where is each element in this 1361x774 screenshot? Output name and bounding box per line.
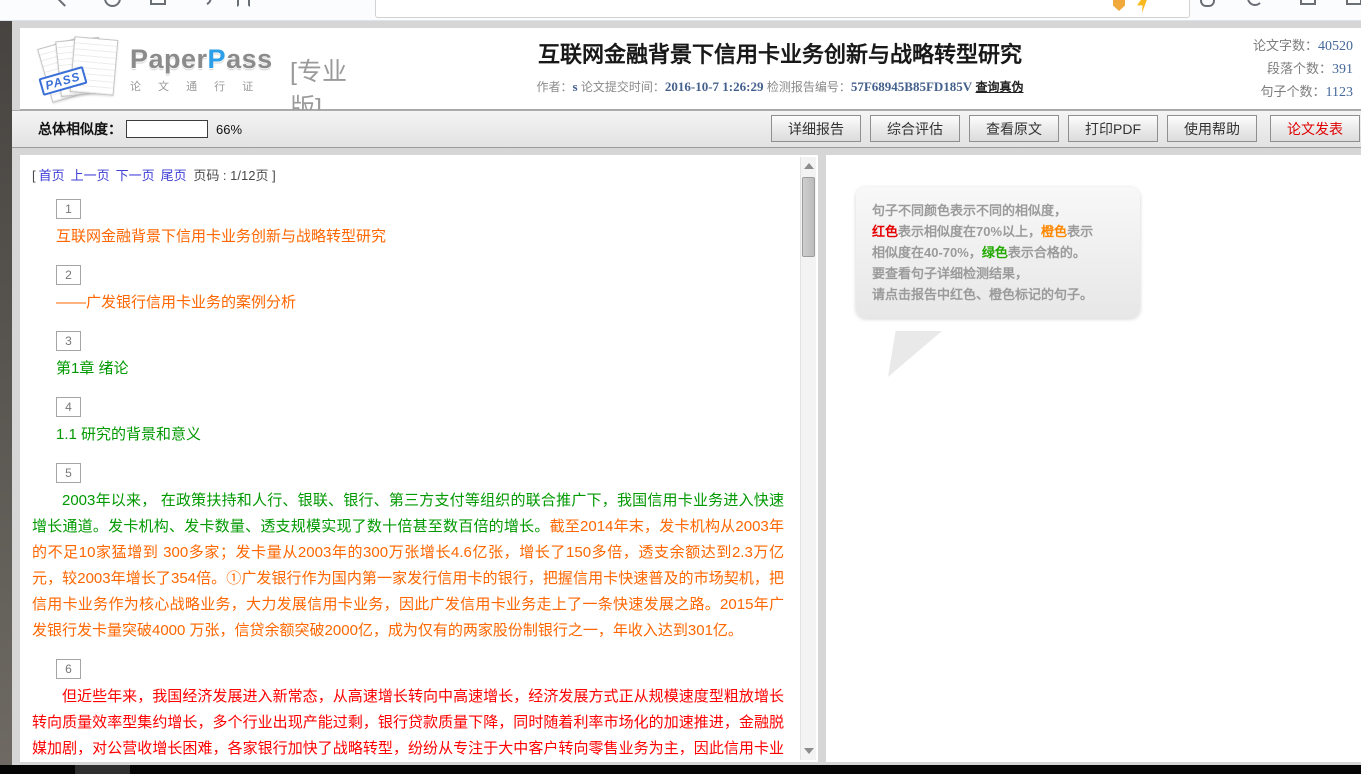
sentence-block-2: 2 ——广发银行信用卡业务的案例分析 xyxy=(32,265,784,316)
sentence-number-badge: 4 xyxy=(56,397,81,417)
window-icon[interactable] xyxy=(1346,0,1361,5)
sentence-count-value: 1123 xyxy=(1326,85,1353,100)
report-number-value: 57F68945B85FD185V xyxy=(851,79,972,94)
sentence-number-badge: 6 xyxy=(56,659,81,679)
refresh-icon[interactable] xyxy=(104,0,121,7)
sentence-text: 但近些年来，我国经济发展进入新常态，从高速增长转向中高速增长，经济发展方式正从规… xyxy=(32,684,784,762)
bookmark-icon[interactable] xyxy=(237,0,250,7)
page-link-1[interactable]: 上一页 xyxy=(71,168,110,183)
sentence-text: ——广发银行信用卡业务的案例分析 xyxy=(56,290,784,316)
report-content-panel: [首页上一页下一页尾页 页码 : 1/12页 ] 1 互联网金融背景下信用卡业务创… xyxy=(20,155,818,762)
brand-name: PaperPass xyxy=(130,44,273,75)
sentence-text: 第1章 绪论 xyxy=(56,356,784,382)
overall-evaluation-button[interactable]: 综合评估 xyxy=(870,115,960,142)
legend-run-red: 红色 xyxy=(872,224,898,239)
legend-run-gray: 请点击报告中红色、橙色标记的句子。 xyxy=(872,287,1093,302)
word-count-value: 40520 xyxy=(1318,39,1353,54)
detailed-report-button[interactable]: 详细报告 xyxy=(771,115,861,142)
document-title: 互联网金融背景下信用卡业务创新与战略转型研究 xyxy=(430,37,1130,69)
brand-tagline: 论 文 通 行 证 xyxy=(130,78,273,94)
verify-authenticity-link[interactable]: 查询真伪 xyxy=(976,80,1024,94)
legend-run-gray: 表示合格的。 xyxy=(1008,245,1086,260)
new-tab-icon[interactable] xyxy=(1300,0,1316,5)
paper-publish-button[interactable]: 论文发表 xyxy=(1270,115,1360,142)
sentence-count-row: 句子个数：1123 xyxy=(1253,81,1353,104)
help-button[interactable]: 使用帮助 xyxy=(1167,115,1257,142)
legend-run-gray: 要查看句子详细检测结果， xyxy=(872,266,1028,281)
legend-line-1: 红色表示相似度在70%以上，橙色表示 xyxy=(872,221,1124,242)
sentence-block-6: 6 但近些年来，我国经济发展进入新常态，从高速增长转向中高速增长，经济发展方式正从… xyxy=(32,659,784,762)
legend-run-gray: 相似度在40-70%， xyxy=(872,245,982,260)
sentence-number-badge: 1 xyxy=(56,199,81,219)
document-stats: 论文字数：40520 段落个数：391 句子个数：1123 xyxy=(1253,35,1353,104)
scroll-down-arrow[interactable] xyxy=(804,748,814,754)
sentence-number-badge: 2 xyxy=(56,265,81,285)
sentence-number-badge: 5 xyxy=(56,463,81,483)
author-value: s xyxy=(572,79,577,94)
scroll-up-arrow[interactable] xyxy=(804,163,814,169)
sentence-text: 1.1 研究的背景和意义 xyxy=(56,422,784,448)
sentence-run-red[interactable]: 但近些年来，我国经济发展进入新常态，从高速增长转向中高速增长，经济发展方式正从规… xyxy=(32,688,784,762)
print-pdf-button[interactable]: 打印PDF xyxy=(1068,115,1158,142)
paper-stack-icon: PASS xyxy=(38,36,124,102)
gesture-icon[interactable] xyxy=(1200,0,1215,7)
restore-icon[interactable] xyxy=(1247,0,1263,6)
sentence-run-orange[interactable]: 互联网金融背景下信用卡业务创新与战略转型研究 xyxy=(56,228,386,245)
paragraph-count-row: 段落个数：391 xyxy=(1253,58,1353,81)
legend-run-orange: 橙色 xyxy=(1041,224,1067,239)
address-bar[interactable]: 192.168.199.134 xyxy=(375,0,1190,18)
sentence-number-badge: 3 xyxy=(56,331,81,351)
similarity-label: 总体相似度： xyxy=(38,119,122,139)
legend-run-gray: 句子不同颜色表示不同的相似度， xyxy=(872,203,1067,218)
legend-line-2: 相似度在40-70%，绿色表示合格的。 xyxy=(872,242,1124,263)
sentence-block-3: 3 第1章 绪论 xyxy=(32,331,784,382)
history-icon[interactable] xyxy=(194,0,214,8)
page-link-2[interactable]: 下一页 xyxy=(116,168,155,183)
sentence-run-orange[interactable]: ——广发银行信用卡业务的案例分析 xyxy=(56,294,296,311)
page-link-0[interactable]: 首页 xyxy=(39,168,65,183)
document-meta: 作者：s 论文提交时间：2016-10-7 1:26:29 检测报告编号：57F… xyxy=(430,78,1130,95)
tooltip-tail xyxy=(888,331,942,377)
sentence-text: 2003年以来， 在政策扶持和人行、银联、银行、第三方支付等组织的联合推广下，我… xyxy=(32,488,784,644)
sentence-block-5: 5 2003年以来， 在政策扶持和人行、银联、银行、第三方支付等组织的联合推广下，… xyxy=(32,463,784,644)
taskbar xyxy=(0,765,1361,774)
report-toolbar: 总体相似度： 66% 详细报告 综合评估 查看原文 打印PDF 使用帮助 论文发… xyxy=(12,110,1361,148)
submit-time-value: 2016-10-7 1:26:29 xyxy=(665,79,764,94)
home-icon[interactable] xyxy=(150,0,166,5)
sentence-block-1: 1 互联网金融背景下信用卡业务创新与战略转型研究 xyxy=(32,199,784,250)
page-info: 页码 : 1/12页 xyxy=(193,168,268,183)
similarity-progress-bar xyxy=(126,120,208,138)
taskbar-app-segment[interactable] xyxy=(75,765,130,774)
legend-line-3: 要查看句子详细检测结果， xyxy=(872,263,1124,284)
view-original-button[interactable]: 查看原文 xyxy=(969,115,1059,142)
pagination: [首页上一页下一页尾页 页码 : 1/12页 ] xyxy=(32,165,784,184)
legend-line-0: 句子不同颜色表示不同的相似度， xyxy=(872,200,1124,221)
paperpass-logo: PASS PaperPass 论 文 通 行 证 [专业版] xyxy=(38,36,368,102)
scrollbar-thumb[interactable] xyxy=(802,177,815,257)
sentence-block-4: 4 1.1 研究的背景和意义 xyxy=(32,397,784,448)
toolbar-buttons: 详细报告 综合评估 查看原文 打印PDF 使用帮助 论文发表 xyxy=(762,115,1360,142)
window-left-edge xyxy=(0,20,12,765)
sentence-run-green: 第1章 绪论 xyxy=(56,360,129,377)
sentence-run-orange[interactable]: 截至2014年末，发卡机构从2003年的不足10家猛增到 300多家；发卡量从2… xyxy=(32,518,784,639)
sentence-run-green: 1.1 研究的背景和意义 xyxy=(56,426,201,443)
browser-toolbar: 192.168.199.134 xyxy=(0,0,1361,21)
legend-run-green: 绿色 xyxy=(982,245,1008,260)
word-count-row: 论文字数：40520 xyxy=(1253,35,1353,58)
back-icon[interactable] xyxy=(55,0,73,7)
report-header: PASS PaperPass 论 文 通 行 证 [专业版] 互联网金融背景下信… xyxy=(20,28,1361,110)
legend-run-gray: 表示相似度在70%以上， xyxy=(898,224,1041,239)
page-link-3[interactable]: 尾页 xyxy=(161,168,187,183)
color-legend-tooltip: 句子不同颜色表示不同的相似度，红色表示相似度在70%以上，橙色表示相似度在40-… xyxy=(856,187,1140,318)
legend-line-4: 请点击报告中红色、橙色标记的句子。 xyxy=(872,284,1124,305)
content-scrollbar[interactable] xyxy=(800,157,816,760)
overall-similarity: 总体相似度： 66% xyxy=(38,119,242,139)
legend-panel: 句子不同颜色表示不同的相似度，红色表示相似度在70%以上，橙色表示相似度在40-… xyxy=(826,155,1361,762)
paragraph-count-value: 391 xyxy=(1332,62,1353,77)
sentence-text: 互联网金融背景下信用卡业务创新与战略转型研究 xyxy=(56,224,784,250)
legend-run-gray: 表示 xyxy=(1067,224,1093,239)
similarity-percent: 66% xyxy=(216,122,242,137)
